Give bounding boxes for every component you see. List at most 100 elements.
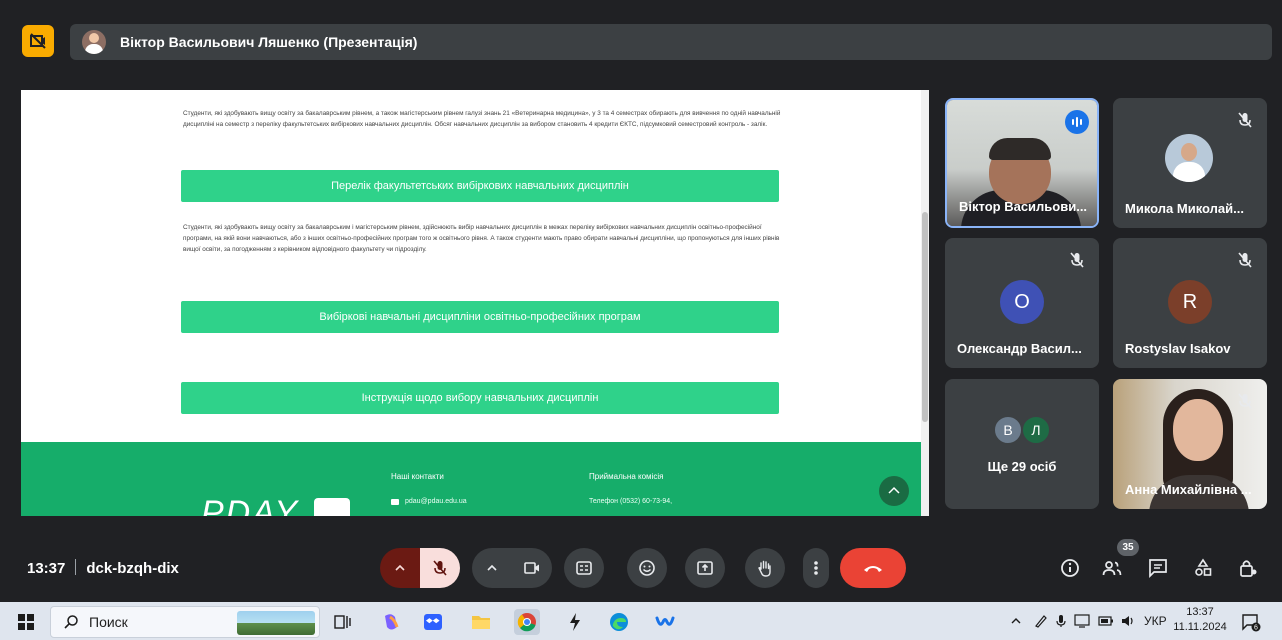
lightning-icon [570,613,580,631]
search-placeholder: Поиск [89,614,128,630]
speaking-icon [1065,110,1089,134]
scroll-top-button[interactable] [879,476,909,506]
people-button[interactable] [1100,556,1124,580]
chat-icon [1149,559,1167,579]
windows-taskbar: Поиск УКР 13:37 11.11.2024 6 [0,602,1282,640]
notification-icon: 6 [1242,614,1261,632]
lightning-app[interactable] [562,609,588,635]
host-controls-button[interactable] [1236,556,1260,580]
captions-button[interactable] [564,548,604,588]
participant-initial: О [1000,280,1044,324]
logo-box [314,498,350,516]
info-icon [1061,559,1079,577]
instruction-button[interactable]: Інструкція щодо вибору навчальних дисцип… [181,382,779,414]
participant-name: Микола Миколай... [1125,201,1244,216]
people-icon [1102,561,1122,576]
participant-name: Олександр Васил... [957,341,1082,356]
present-screen-icon [697,561,713,575]
network-icon[interactable] [1074,614,1090,628]
file-explorer-app[interactable] [468,609,494,635]
top-bar: Віктор Васильович Ляшенко (Презентація) [22,24,1272,60]
pen-icon[interactable] [1034,614,1048,628]
battery-icon[interactable] [1098,615,1114,627]
participant-initial: R [1168,280,1212,324]
captions-icon [576,561,592,575]
admission-title: Приймальна комісія [589,472,664,481]
search-highlight-image [237,611,315,635]
pdau-logo: PDAY [201,494,300,516]
folder-icon [472,616,490,629]
mic-off-icon [433,560,447,576]
taskbar-search[interactable]: Поиск [50,606,320,638]
shared-screen: Студенти, які здобувають вищу освіту за … [21,90,929,516]
participant-initial: В [993,415,1023,445]
presenter-name: Віктор Васильович Ляшенко (Презентація) [120,34,418,50]
emoji-icon [639,560,655,576]
clock-date: 11.11.2024 [1173,621,1227,633]
participant-tile-1[interactable]: Віктор Васильови... [945,98,1099,228]
more-participants-label: Ще 29 осіб [987,459,1057,474]
faculty-electives-button[interactable]: Перелік факультетських вибіркових навчал… [181,170,779,202]
webex-app[interactable] [652,609,678,635]
microphone-button[interactable] [420,548,460,588]
mic-off-icon [1070,252,1084,268]
notifications-button[interactable]: 6 [1238,609,1264,635]
task-view-icon [334,615,351,629]
windows-start-button[interactable] [18,614,34,630]
dropbox-icon [424,614,442,630]
participant-tile-3[interactable]: О Олександр Васил... [945,238,1099,368]
chevron-up-icon[interactable] [1010,615,1022,627]
participant-tile-4[interactable]: R Rostyslav Isakov [1113,238,1267,368]
edge-icon [610,613,628,631]
page-footer: Наші контакти pdau@pdau.edu.ua Приймальн… [21,442,921,516]
audio-options-button[interactable] [380,548,420,588]
participant-tile-6[interactable]: Анна Михайлівна ... [1113,379,1267,509]
system-tray: УКР [1010,602,1167,640]
copilot-icon [385,614,399,630]
participant-name: Віктор Васильови... [959,199,1088,214]
webex-icon [655,616,675,626]
task-view-button[interactable] [330,609,356,635]
present-button[interactable] [685,548,725,588]
chrome-icon [517,613,536,632]
input-language[interactable]: УКР [1144,614,1167,628]
mic-off-icon [1238,252,1252,268]
page-scrollbar[interactable] [921,90,929,516]
shapes-icon [1195,558,1212,576]
volume-icon[interactable] [1120,614,1136,628]
participant-name: Анна Михайлівна ... [1125,482,1252,497]
chrome-app[interactable] [514,609,540,635]
microphone-icon[interactable] [1056,614,1066,628]
admission-phone: Телефон (0532) 60-73-94, [589,498,673,505]
taskbar-clock[interactable]: 13:37 11.11.2024 [1172,605,1228,635]
chevron-up-icon [888,486,900,494]
mic-off-icon [1238,112,1252,128]
video-options-button[interactable] [472,548,512,588]
participant-tile-2[interactable]: Микола Миколай... [1113,98,1267,228]
more-vert-icon [814,561,818,575]
presentation-icon-button[interactable] [22,25,54,57]
program-electives-button[interactable]: Вибіркові навчальні дисципліни освітньо-… [181,301,779,333]
edge-app[interactable] [606,609,632,635]
hang-up-icon [864,566,882,572]
copilot-app[interactable] [378,609,404,635]
people-count-badge: 35 [1117,539,1139,556]
camera-button[interactable] [512,548,552,588]
more-options-button[interactable] [803,548,829,588]
meet-window: Віктор Васильович Ляшенко (Презентація) … [0,0,1282,602]
chevron-up-icon [487,564,497,571]
meeting-details-button[interactable] [1058,556,1082,580]
contact-email[interactable]: pdau@pdau.edu.ua [405,498,467,505]
activities-button[interactable] [1191,556,1215,580]
more-participants-tile[interactable]: В Л Ще 29 осіб [945,379,1099,509]
scrollbar-thumb[interactable] [922,212,928,422]
chat-button[interactable] [1146,556,1170,580]
presenter-chip[interactable]: Віктор Васильович Ляшенко (Презентація) [70,24,1272,60]
clock-time: 13:37 [1186,606,1214,618]
raise-hand-button[interactable] [745,548,785,588]
dropbox-app[interactable] [420,609,446,635]
contacts-title: Наші контакти [391,472,444,481]
reactions-button[interactable] [627,548,667,588]
mic-off-icon [1238,393,1252,409]
leave-call-button[interactable] [840,548,906,588]
